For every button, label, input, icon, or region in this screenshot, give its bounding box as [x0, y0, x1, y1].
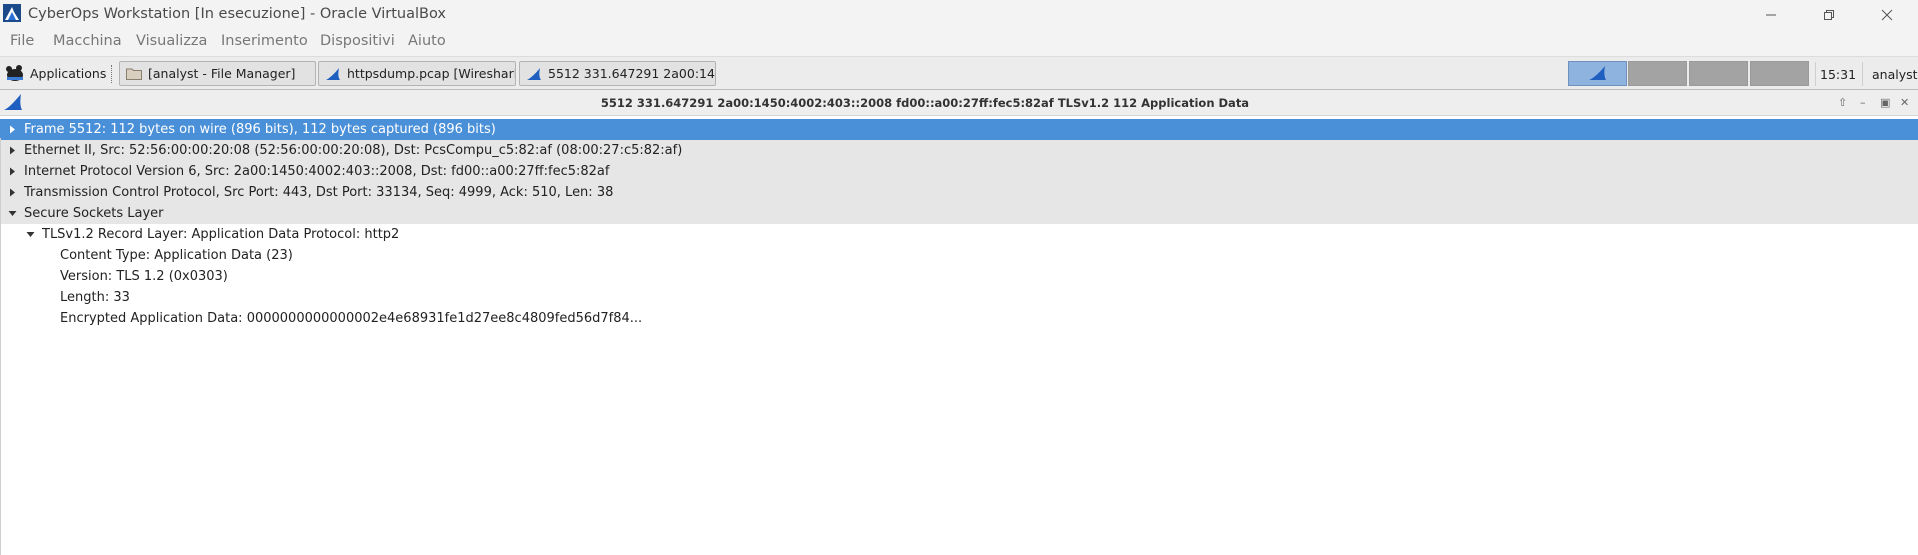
- minimize-icon: [1766, 14, 1776, 15]
- tree-row-frame[interactable]: Frame 5512: 112 bytes on wire (896 bits)…: [0, 119, 1918, 140]
- tree-row-tls-record[interactable]: TLSv1.2 Record Layer: Application Data P…: [0, 224, 1918, 245]
- tree-row-label: Version: TLS 1.2 (0x0303): [60, 269, 228, 284]
- menu-visualizza[interactable]: Visualizza: [136, 33, 207, 49]
- clock[interactable]: 15:31: [1820, 67, 1856, 82]
- menu-macchina[interactable]: Macchina: [53, 33, 122, 49]
- vm-window-titlebar: CyberOps Workstation [In esecuzione] - O…: [0, 0, 1918, 29]
- menu-file[interactable]: File: [10, 33, 34, 49]
- user-name[interactable]: analyst: [1872, 67, 1918, 82]
- workspace-2[interactable]: [1628, 61, 1687, 86]
- tree-row-length[interactable]: Length: 33: [0, 287, 1918, 308]
- menu-inserimento[interactable]: Inserimento: [221, 33, 308, 49]
- panel-separator: [111, 65, 114, 83]
- expand-arrow-icon[interactable]: [5, 182, 19, 203]
- packet-window-title: 5512 331.647291 2a00:1450:4002:403::2008…: [600, 96, 1250, 110]
- vm-menubar: File Macchina Visualizza Inserimento Dis…: [0, 29, 1918, 56]
- restore-icon: [1824, 9, 1834, 20]
- workspace-4[interactable]: [1750, 61, 1809, 86]
- collapse-arrow-icon[interactable]: [23, 224, 37, 245]
- expand-arrow-icon[interactable]: [5, 161, 19, 182]
- packet-details-tree: Frame 5512: 112 bytes on wire (896 bits)…: [0, 119, 1918, 329]
- vm-window-title: CyberOps Workstation [In esecuzione] - O…: [28, 6, 446, 22]
- tree-row-ethernet[interactable]: Ethernet II, Src: 52:56:00:00:20:08 (52:…: [0, 140, 1918, 161]
- menu-aiuto[interactable]: Aiuto: [408, 33, 446, 49]
- folder-icon: [126, 68, 142, 80]
- panel-divider: [1815, 62, 1816, 86]
- tree-row-label: Ethernet II, Src: 52:56:00:00:20:08 (52:…: [24, 143, 683, 158]
- workspace-3[interactable]: [1689, 61, 1748, 86]
- wireshark-fin-icon: [326, 67, 340, 80]
- tree-row-label: Length: 33: [60, 290, 130, 305]
- applications-label: Applications: [30, 65, 107, 81]
- tree-row-label: Transmission Control Protocol, Src Port:…: [24, 185, 614, 200]
- collapse-arrow-icon[interactable]: [5, 203, 19, 224]
- virtualbox-icon: [3, 4, 21, 22]
- wireshark-fin-icon: [1589, 66, 1606, 80]
- shade-up-icon[interactable]: ⇧: [1838, 96, 1847, 109]
- tree-row-label: Internet Protocol Version 6, Src: 2a00:1…: [24, 164, 610, 179]
- menu-dispositivi[interactable]: Dispositivi: [320, 33, 395, 49]
- tree-row-version[interactable]: Version: TLS 1.2 (0x0303): [0, 266, 1918, 287]
- task-wireshark-packet[interactable]: 5512 331.647291 2a00:145...: [519, 61, 716, 86]
- workspace-1[interactable]: [1568, 61, 1627, 86]
- guest-taskbar: Applications [analyst - File Manager] ht…: [0, 56, 1918, 90]
- tree-row-ipv6[interactable]: Internet Protocol Version 6, Src: 2a00:1…: [0, 161, 1918, 182]
- xfce-mouse-icon: [6, 65, 23, 81]
- task-label: 5512 331.647291 2a00:145...: [548, 66, 715, 81]
- close-icon[interactable]: ✕: [1900, 96, 1909, 109]
- tree-row-label: Encrypted Application Data: 000000000000…: [60, 311, 643, 326]
- task-label: httpsdump.pcap [Wireshark...: [347, 66, 516, 81]
- expand-arrow-icon[interactable]: [5, 119, 19, 140]
- wireshark-fin-icon: [527, 67, 541, 80]
- applications-menu-button[interactable]: Applications: [4, 60, 106, 86]
- maximize-icon[interactable]: ▣: [1880, 96, 1890, 109]
- minimize-button[interactable]: [1748, 0, 1794, 29]
- tree-row-content-type[interactable]: Content Type: Application Data (23): [0, 245, 1918, 266]
- task-file-manager[interactable]: [analyst - File Manager]: [119, 61, 316, 86]
- task-label: [analyst - File Manager]: [148, 66, 296, 81]
- tree-row-label: Content Type: Application Data (23): [60, 248, 293, 263]
- restore-button[interactable]: [1806, 0, 1852, 29]
- minimize-icon[interactable]: –: [1860, 96, 1866, 109]
- tree-row-label: Frame 5512: 112 bytes on wire (896 bits)…: [24, 122, 496, 137]
- tree-row-ssl[interactable]: Secure Sockets Layer: [0, 203, 1918, 224]
- close-button[interactable]: [1864, 0, 1910, 29]
- expand-arrow-icon[interactable]: [5, 140, 19, 161]
- close-icon: [1881, 9, 1893, 20]
- tree-row-tcp[interactable]: Transmission Control Protocol, Src Port:…: [0, 182, 1918, 203]
- tree-row-label: Secure Sockets Layer: [24, 206, 164, 221]
- panel-divider: [1862, 62, 1863, 86]
- pane-left-border: [0, 138, 1, 555]
- tree-row-encrypted-data[interactable]: Encrypted Application Data: 000000000000…: [0, 308, 1918, 329]
- tree-row-label: TLSv1.2 Record Layer: Application Data P…: [42, 227, 400, 242]
- packet-window-titlebar: 5512 331.647291 2a00:1450:4002:403::2008…: [0, 90, 1918, 116]
- task-wireshark-pcap[interactable]: httpsdump.pcap [Wireshark...: [318, 61, 516, 86]
